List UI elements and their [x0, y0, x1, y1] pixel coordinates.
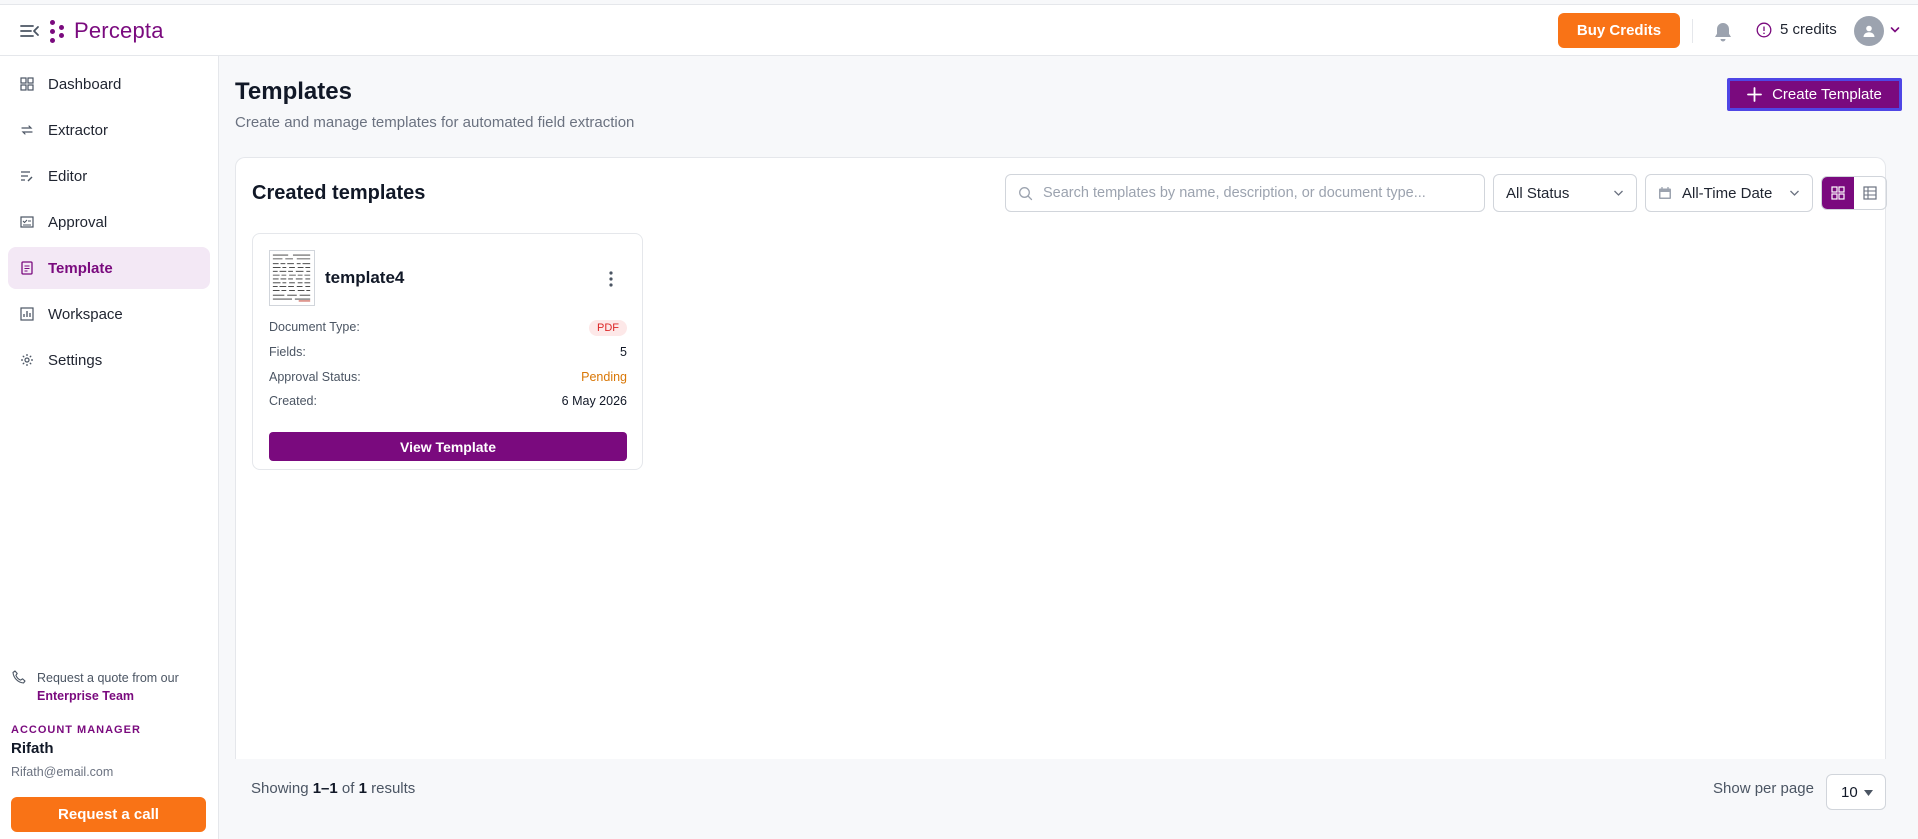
view-toggle [1821, 176, 1887, 210]
chevron-down-icon [1790, 190, 1799, 196]
search-icon [1019, 186, 1033, 200]
approval-status-value: Pending [581, 370, 627, 384]
menu-collapse-icon[interactable] [20, 22, 40, 40]
sidebar-item-extractor[interactable]: Extractor [8, 109, 210, 151]
create-template-button[interactable]: Create Template [1727, 78, 1902, 111]
buy-credits-button[interactable]: Buy Credits [1558, 13, 1680, 48]
account-manager-email: Rifath@email.com [11, 765, 114, 779]
per-page-value: 10 [1841, 783, 1858, 801]
date-filter-select[interactable]: All-Time Date [1645, 174, 1813, 212]
sidebar-item-settings[interactable]: Settings [8, 339, 210, 381]
chevron-down-icon [1614, 190, 1623, 196]
document-icon [21, 261, 33, 275]
fields-row: Fields: 5 [269, 345, 627, 359]
created-row: Created: 6 May 2026 [269, 394, 627, 408]
top-bar: Percepta Buy Credits 5 credits [0, 4, 1918, 56]
grid-icon [20, 77, 34, 91]
document-type-label: Document Type: [269, 320, 360, 334]
sidebar-item-dashboard[interactable]: Dashboard [8, 63, 210, 105]
status-filter-value: All Status [1506, 184, 1570, 202]
caret-down-icon [1864, 790, 1873, 796]
create-template-label: Create Template [1772, 86, 1882, 103]
account-manager-name: Rifath [11, 740, 54, 757]
table-view-button[interactable] [1854, 177, 1886, 209]
document-type-row: Document Type: PDF [269, 320, 627, 336]
status-filter-select[interactable]: All Status [1493, 174, 1637, 212]
grid-view-button[interactable] [1822, 177, 1854, 209]
enterprise-team-link[interactable]: Enterprise Team [37, 689, 212, 703]
showing-of: of [341, 780, 355, 797]
template-name: template4 [325, 268, 405, 287]
more-options-icon[interactable] [608, 270, 614, 288]
calendar-icon [1659, 187, 1671, 199]
sidebar-item-label: Extractor [48, 121, 109, 139]
credits-indicator[interactable]: 5 credits [1756, 21, 1837, 38]
quote-text: Request a quote from our [37, 671, 179, 685]
created-label: Created: [269, 394, 317, 408]
grid-view-icon [1831, 186, 1845, 200]
fields-label: Fields: [269, 345, 306, 359]
request-call-button[interactable]: Request a call [11, 797, 206, 832]
document-thumbnail-icon [269, 250, 315, 306]
chart-icon [20, 307, 34, 321]
created-date: 6 May 2026 [561, 394, 627, 408]
templates-panel: Created templates All Status All-Time Da… [235, 157, 1887, 759]
per-page-label: Show per page [1713, 780, 1814, 797]
sidebar-item-label: Workspace [48, 305, 123, 323]
logo-mark-icon [50, 18, 64, 44]
sidebar-item-template[interactable]: Template [8, 247, 210, 289]
sidebar-item-label: Editor [48, 167, 88, 185]
sidebar-item-label: Settings [48, 351, 103, 369]
edit-lines-icon [21, 171, 33, 182]
approval-status-label: Approval Status: [269, 370, 361, 384]
plus-icon [1747, 87, 1762, 102]
sidebar: Dashboard Extractor Editor Approval Temp… [0, 56, 219, 839]
account-manager-label: ACCOUNT MANAGER [11, 724, 141, 736]
app-logo[interactable]: Percepta [50, 17, 164, 45]
search-input[interactable] [1043, 185, 1463, 201]
phone-icon [12, 670, 26, 684]
topbar-divider [1692, 19, 1693, 43]
sidebar-item-approval[interactable]: Approval [8, 201, 210, 243]
page-title: Templates [235, 78, 352, 105]
info-icon [1756, 22, 1772, 37]
credits-label: 5 credits [1780, 21, 1837, 38]
table-view-icon [1863, 186, 1877, 200]
showing-suffix: results [371, 780, 416, 797]
arrows-icon [21, 125, 33, 135]
date-filter-value: All-Time Date [1682, 184, 1773, 202]
approval-icon [20, 216, 34, 228]
pagination-bar: Showing 1–1 of 1 results Show per page 1… [235, 759, 1886, 823]
showing-range: 1–1 [312, 780, 338, 797]
sidebar-item-label: Dashboard [48, 75, 122, 93]
view-template-button[interactable]: View Template [269, 432, 627, 461]
sidebar-item-workspace[interactable]: Workspace [8, 293, 210, 335]
showing-prefix: Showing [251, 780, 309, 797]
gear-icon [21, 354, 33, 366]
search-box[interactable] [1005, 174, 1485, 212]
template-card[interactable]: template4 Document Type: PDF Fields: 5 A… [252, 233, 643, 470]
sidebar-item-editor[interactable]: Editor [8, 155, 210, 197]
results-summary: Showing 1–1 of 1 results [251, 780, 415, 797]
pdf-badge: PDF [589, 320, 627, 336]
showing-total: 1 [358, 780, 367, 797]
page-subtitle: Create and manage templates for automate… [235, 114, 635, 131]
notification-bell-icon[interactable] [1713, 21, 1733, 43]
app-name: Percepta [74, 18, 164, 43]
fields-count: 5 [620, 345, 627, 359]
enterprise-quote: Request a quote from our Enterprise Team [12, 668, 212, 703]
panel-title: Created templates [252, 182, 426, 204]
approval-status-row: Approval Status: Pending [269, 370, 627, 384]
sidebar-item-label: Approval [48, 213, 108, 231]
user-avatar[interactable] [1854, 16, 1884, 46]
user-icon [1863, 25, 1875, 37]
chevron-down-icon[interactable] [1890, 26, 1900, 34]
sidebar-item-label: Template [48, 259, 113, 277]
per-page-select[interactable]: 10 [1826, 774, 1886, 810]
